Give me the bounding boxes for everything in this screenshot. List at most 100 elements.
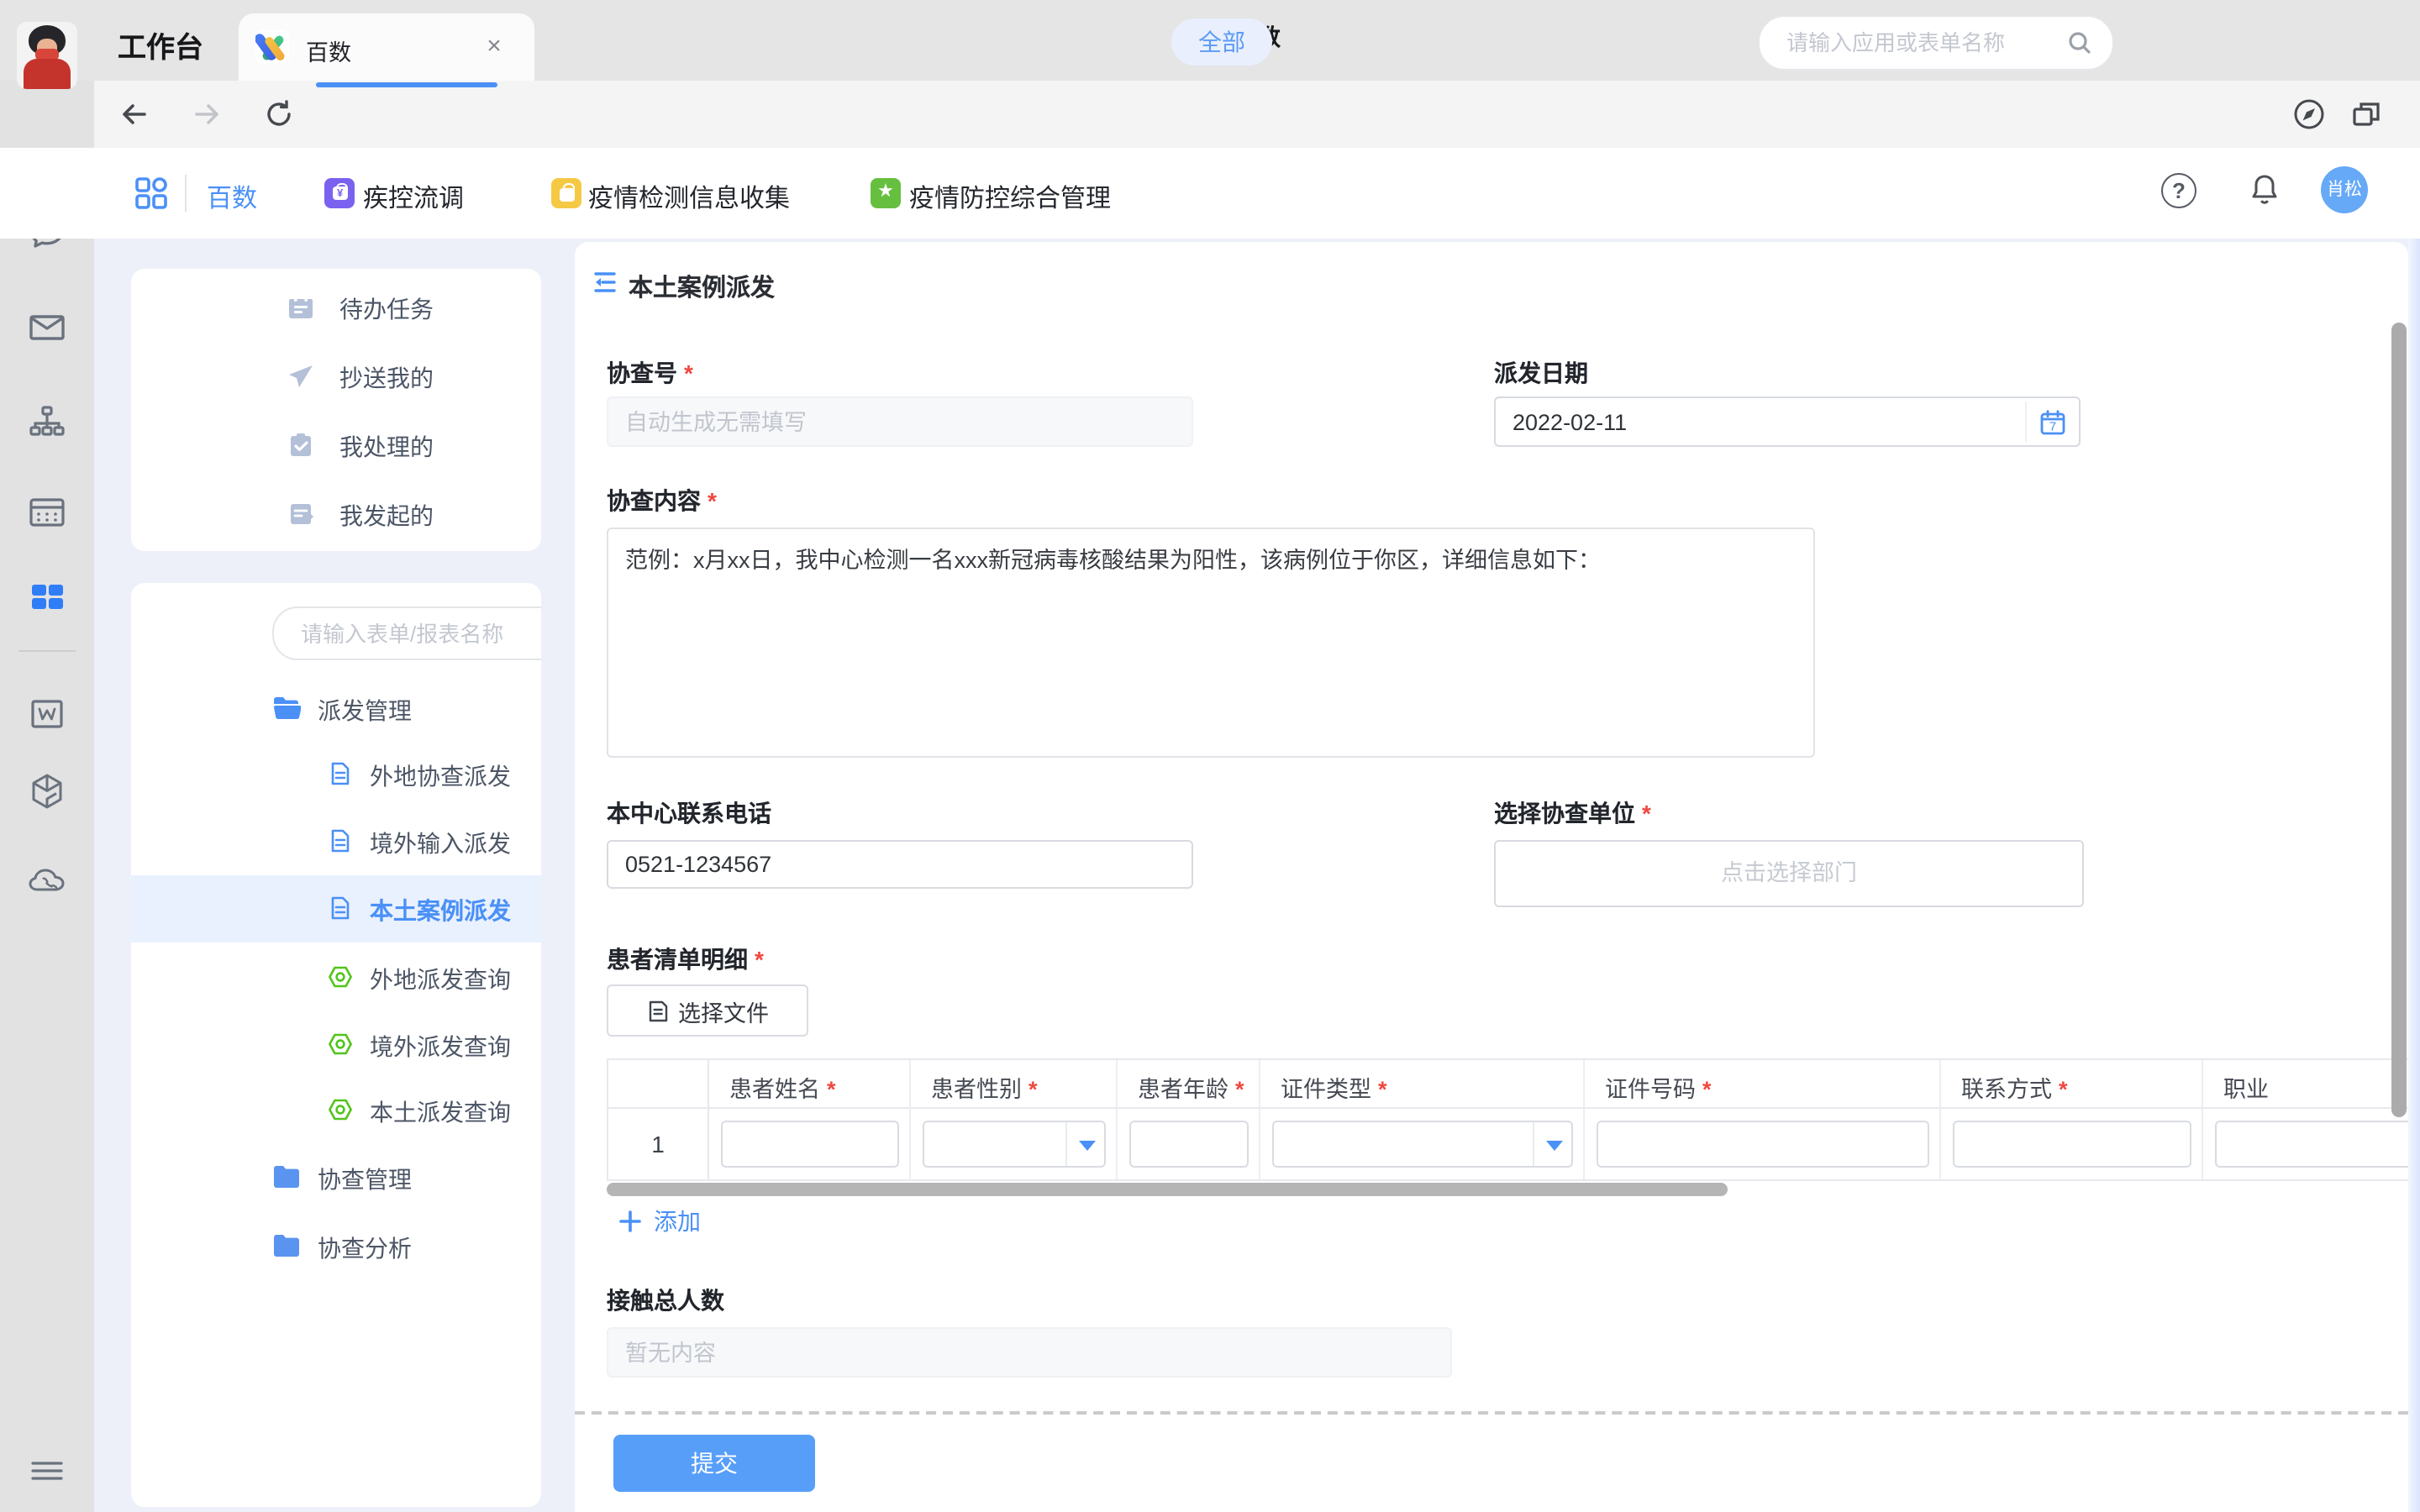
column-header-name: 患者姓名* — [709, 1060, 911, 1109]
help-icon[interactable]: ? — [2161, 173, 2196, 208]
id-type-cell — [1260, 1109, 1585, 1181]
folder-icon — [272, 1164, 299, 1191]
open-in-browser-icon[interactable] — [2292, 97, 2326, 131]
nav-item-epidemic-mgmt[interactable]: 疫情防控综合管理 — [909, 180, 1111, 215]
page-vertical-scrollbar[interactable] — [2391, 323, 2407, 1117]
add-row-button[interactable]: 添加 — [618, 1205, 701, 1238]
collapse-panel-icon[interactable] — [592, 269, 618, 296]
occupation-input[interactable] — [2215, 1121, 2408, 1168]
id-number-input[interactable] — [1597, 1121, 1929, 1168]
submit-button[interactable]: 提交 — [613, 1435, 815, 1492]
w-doc-icon[interactable] — [25, 692, 69, 736]
file-icon — [646, 999, 668, 1022]
patient-table: 患者姓名* 患者性别* 患者年龄* 证件类型* 证件号码* 联系方式* 职业 1 — [607, 1058, 2408, 1181]
workbench-icon[interactable] — [25, 575, 69, 618]
row-index-cell: 1 — [608, 1109, 709, 1181]
folder-open-icon — [272, 696, 299, 722]
patient-gender-select[interactable] — [923, 1121, 1106, 1168]
notification-bell-icon[interactable] — [2247, 171, 2282, 207]
assist-no-input[interactable] — [607, 396, 1193, 447]
menu-icon[interactable] — [25, 1448, 69, 1492]
popout-window-icon[interactable] — [2351, 99, 2381, 129]
nav-item-epidemic-collect[interactable]: 疫情检测信息收集 — [588, 180, 790, 215]
tree-item-waidi-query[interactable]: 外地派发查询 — [131, 944, 541, 1011]
sidebar-item-initiated[interactable]: 我发起的 — [131, 480, 541, 548]
nav-divider — [185, 175, 187, 212]
dispatch-date-field[interactable]: 2022-02-11 7 — [1494, 396, 2081, 447]
clipboard-check-icon — [286, 430, 316, 460]
calendar-icon[interactable]: 7 — [2039, 408, 2067, 437]
calendar-check-icon — [286, 292, 316, 323]
user-badge[interactable]: 肖松 — [2321, 166, 2368, 213]
column-header-id-type: 证件类型* — [1260, 1060, 1585, 1109]
patient-gender-cell — [911, 1109, 1118, 1181]
id-type-select[interactable] — [1272, 1121, 1573, 1168]
reload-icon[interactable] — [264, 99, 294, 129]
nav-item-all[interactable]: 全部 — [1171, 18, 1272, 66]
tree-item-bentu-anli[interactable]: 本土案例派发 — [131, 875, 541, 942]
id-number-cell — [1585, 1109, 1941, 1181]
patient-age-input[interactable] — [1129, 1121, 1249, 1168]
window-edge — [2408, 239, 2420, 1512]
mail-icon[interactable] — [25, 306, 69, 349]
app-icon-jikong: ¥ — [324, 178, 355, 208]
back-icon[interactable] — [119, 99, 150, 129]
form-tree-card: 派发管理 外地协查派发 境外输入派发 本土案例派发 外地派发查询 — [131, 583, 541, 1507]
chevron-down-icon — [1546, 1141, 1563, 1151]
tree-item-waidi-xiecha[interactable]: 外地协查派发 — [131, 741, 541, 808]
folder-icon — [272, 1233, 299, 1260]
app-icon-epidemic-mgmt: ★ — [871, 178, 901, 208]
tree-item-jingwai-shuru[interactable]: 境外输入派发 — [131, 808, 541, 875]
chevron-down-icon — [1079, 1141, 1096, 1151]
sidebar-item-cc-me[interactable]: 抄送我的 — [131, 343, 541, 410]
required-mark: * — [755, 946, 764, 973]
tree-folder-dispatch-mgmt[interactable]: 派发管理 — [131, 675, 541, 743]
nav-item-disease-control[interactable]: 疾控流调 — [363, 180, 464, 215]
contact-input[interactable] — [1953, 1121, 2191, 1168]
field-label-center-phone: 本中心联系电话 — [607, 796, 771, 830]
nav-item-baishu[interactable]: 百数 — [207, 180, 257, 215]
query-hexagon-icon — [328, 1097, 353, 1122]
table-horizontal-scrollbar[interactable] — [607, 1183, 1728, 1196]
patient-name-input[interactable] — [721, 1121, 899, 1168]
contact-cell — [1941, 1109, 2203, 1181]
cube-icon[interactable] — [25, 769, 69, 813]
apps-grid-icon[interactable] — [131, 173, 171, 213]
patient-age-cell — [1118, 1109, 1260, 1181]
form-search-input[interactable] — [297, 608, 541, 659]
app-search-input[interactable] — [1783, 17, 2059, 69]
rail-divider — [18, 650, 76, 652]
sidebar-item-label: 抄送我的 — [339, 361, 434, 395]
center-phone-input[interactable] — [607, 840, 1193, 889]
sidebar-item-processed[interactable]: 我处理的 — [131, 412, 541, 479]
browser-toolbar — [0, 81, 2420, 150]
required-mark: * — [708, 487, 717, 514]
tree-item-bentu-query[interactable]: 本土派发查询 — [131, 1077, 541, 1144]
org-chart-icon[interactable] — [25, 400, 69, 444]
sidebar-item-label: 我发起的 — [339, 499, 434, 533]
cloud-phone-icon[interactable] — [25, 858, 69, 902]
calendar-grid-icon[interactable] — [25, 491, 69, 534]
patient-name-cell — [709, 1109, 911, 1181]
column-header-age: 患者年龄* — [1118, 1060, 1260, 1109]
document-icon — [328, 895, 353, 921]
field-label-assist-content: 协查内容* — [607, 484, 717, 517]
doc-edit-icon — [286, 499, 316, 529]
field-label-dispatch-date: 派发日期 — [1494, 356, 1588, 390]
assist-unit-picker[interactable]: 点击选择部门 — [1494, 840, 2084, 907]
user-avatar[interactable] — [17, 22, 77, 89]
assist-content-textarea[interactable]: 范例：x月xx日，我中心检测一名xxx新冠病毒核酸结果为阳性，该病例位于你区，详… — [607, 528, 1815, 758]
tree-folder-xiecha-analysis[interactable]: 协查分析 — [131, 1213, 541, 1280]
field-label-patient-list: 患者清单明细* — [607, 942, 764, 976]
choose-file-button[interactable]: 选择文件 — [607, 984, 808, 1037]
total-contacts-input[interactable] — [607, 1327, 1452, 1378]
paper-plane-icon — [286, 361, 316, 391]
tree-folder-xiecha-mgmt[interactable]: 协查管理 — [131, 1144, 541, 1211]
forward-icon[interactable] — [192, 99, 222, 129]
tree-item-jingwai-query[interactable]: 境外派发查询 — [131, 1011, 541, 1079]
plus-icon — [618, 1210, 642, 1233]
sidebar-item-todo[interactable]: 待办任务 — [131, 274, 541, 341]
sidebar-item-label: 待办任务 — [339, 292, 434, 326]
app-search-box[interactable] — [1758, 15, 2114, 71]
form-search-box[interactable] — [272, 606, 541, 660]
